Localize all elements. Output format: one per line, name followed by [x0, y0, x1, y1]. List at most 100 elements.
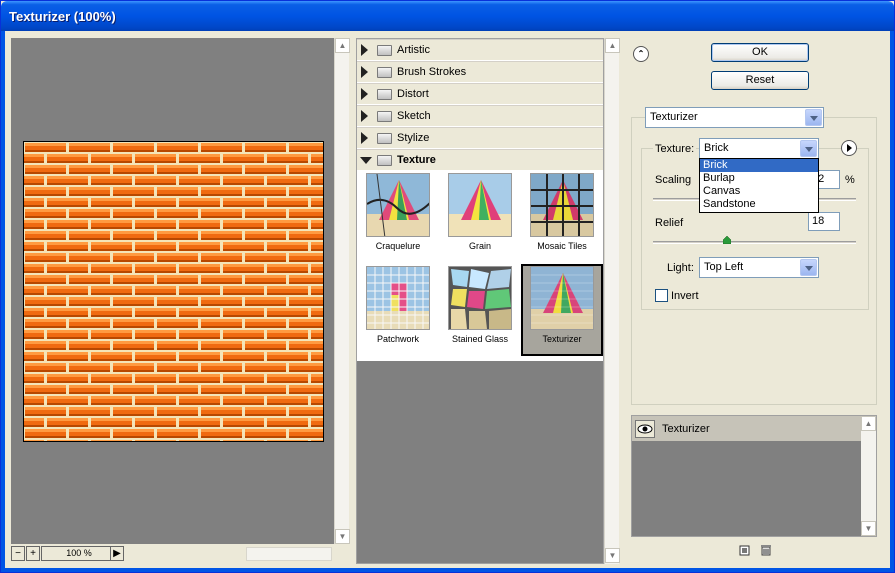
- folder-icon: [377, 133, 392, 144]
- filter-select[interactable]: Texturizer: [645, 107, 824, 128]
- filter-label: Texturizer: [542, 334, 582, 344]
- category-sketch[interactable]: Sketch: [357, 105, 603, 127]
- eye-visibility-icon[interactable]: [635, 420, 655, 438]
- invert-label: Invert: [671, 290, 699, 302]
- delete-effect-layer-icon[interactable]: [760, 544, 772, 556]
- texture-select[interactable]: Brick: [699, 138, 819, 159]
- texture-filter-thumbnails: Craquelure Grain Mosaic Tiles Patchwork: [357, 171, 603, 361]
- reset-button[interactable]: Reset: [711, 71, 809, 90]
- light-select-value: Top Left: [704, 261, 744, 273]
- filter-label: Mosaic Tiles: [537, 241, 587, 251]
- mosaic-tiles-thumbnail: [530, 173, 594, 237]
- collapse-gallery-icon[interactable]: ⌃: [633, 46, 649, 62]
- relief-slider-thumb-icon[interactable]: [723, 236, 731, 244]
- patchwork-thumbnail: [366, 266, 430, 330]
- relief-label: Relief: [655, 217, 684, 229]
- scaling-label: Scaling: [655, 174, 692, 186]
- light-label: Light:: [667, 262, 694, 274]
- expand-arrow-icon: [361, 110, 368, 122]
- scroll-up-icon[interactable]: ▲: [335, 38, 350, 53]
- texture-option-burlap[interactable]: Burlap: [700, 172, 818, 185]
- open-folder-icon: [377, 155, 392, 166]
- category-label: Stylize: [397, 132, 430, 144]
- filter-label: Craquelure: [375, 241, 421, 251]
- relief-slider[interactable]: [653, 241, 856, 244]
- folder-icon: [377, 111, 392, 122]
- texture-option-sandstone[interactable]: Sandstone: [700, 198, 818, 211]
- layers-vertical-scrollbar[interactable]: ▲ ▼: [861, 416, 876, 536]
- filter-label: Patchwork: [376, 334, 420, 344]
- scaling-unit: %: [845, 174, 855, 186]
- filter-stained-glass[interactable]: Stained Glass: [439, 264, 521, 356]
- chevron-down-icon: [800, 140, 817, 157]
- grain-thumbnail: [448, 173, 512, 237]
- window-frame-right: [890, 31, 894, 572]
- scroll-up-icon[interactable]: ▲: [861, 416, 876, 431]
- filter-mosaic-tiles[interactable]: Mosaic Tiles: [521, 171, 603, 263]
- light-select[interactable]: Top Left: [699, 257, 819, 278]
- texture-label: Texture:: [653, 143, 697, 155]
- filter-label: Grain: [468, 241, 491, 251]
- filter-label: Stained Glass: [451, 334, 509, 344]
- expand-arrow-icon: [361, 44, 368, 56]
- stained-glass-thumbnail: [448, 266, 512, 330]
- brick-pattern: [24, 142, 323, 441]
- category-artistic[interactable]: Artistic: [357, 39, 603, 61]
- texture-dropdown-list[interactable]: Brick Burlap Canvas Sandstone: [699, 158, 819, 213]
- category-distort[interactable]: Distort: [357, 83, 603, 105]
- zoom-in-button[interactable]: +: [26, 546, 40, 561]
- scroll-down-icon[interactable]: ▼: [605, 548, 620, 563]
- preview-pane[interactable]: [11, 38, 335, 544]
- filter-patchwork[interactable]: Patchwork: [357, 264, 439, 356]
- scroll-down-icon[interactable]: ▼: [861, 521, 876, 536]
- zoom-level[interactable]: 100 %: [41, 546, 117, 561]
- window-frame-bottom: [1, 568, 894, 572]
- effect-layers-panel: Texturizer ▲ ▼: [631, 415, 877, 537]
- collapse-arrow-icon: [360, 157, 372, 164]
- filter-grain[interactable]: Grain: [439, 171, 521, 263]
- preview-vertical-scrollbar[interactable]: ▲ ▼: [334, 38, 350, 544]
- category-texture[interactable]: Texture: [357, 149, 603, 171]
- window-frame-left: [1, 31, 5, 572]
- zoom-menu-arrow-icon[interactable]: ▶: [110, 546, 124, 561]
- scroll-down-icon[interactable]: ▼: [335, 529, 350, 544]
- category-label: Texture: [397, 154, 436, 166]
- window-title: Texturizer (100%): [9, 9, 116, 24]
- effect-layer-label: Texturizer: [662, 423, 710, 435]
- zoom-out-button[interactable]: −: [11, 546, 25, 561]
- gallery-empty-area: [357, 361, 603, 563]
- craquelure-thumbnail: [366, 173, 430, 237]
- texture-option-canvas[interactable]: Canvas: [700, 185, 818, 198]
- ok-button[interactable]: OK: [711, 43, 809, 62]
- folder-icon: [377, 89, 392, 100]
- filter-gallery: Artistic Brush Strokes Distort Sketch St…: [356, 38, 604, 564]
- filter-craquelure[interactable]: Craquelure: [357, 171, 439, 263]
- folder-icon: [377, 67, 392, 78]
- relief-input[interactable]: 18: [808, 212, 840, 231]
- category-label: Distort: [397, 88, 429, 100]
- new-effect-layer-icon[interactable]: [739, 544, 751, 556]
- folder-icon: [377, 45, 392, 56]
- texture-menu-arrow-icon[interactable]: [841, 140, 857, 156]
- filter-select-value: Texturizer: [650, 111, 698, 123]
- chevron-down-icon: [805, 109, 822, 126]
- invert-checkbox[interactable]: [655, 289, 668, 302]
- texture-option-brick[interactable]: Brick: [700, 159, 818, 172]
- category-brush-strokes[interactable]: Brush Strokes: [357, 61, 603, 83]
- texturizer-dialog: Texturizer (100%) ▲ ▼ − + 100 % ▶ Artist…: [0, 0, 895, 573]
- effect-layer-row[interactable]: Texturizer: [632, 416, 861, 442]
- category-label: Sketch: [397, 110, 431, 122]
- filter-texturizer[interactable]: Texturizer: [521, 264, 603, 356]
- title-bar[interactable]: Texturizer (100%): [1, 1, 894, 31]
- category-label: Brush Strokes: [397, 66, 467, 78]
- zoom-controls: − + 100 % ▶: [11, 546, 335, 561]
- scroll-up-icon[interactable]: ▲: [605, 38, 620, 53]
- category-label: Artistic: [397, 44, 430, 56]
- expand-arrow-icon: [361, 88, 368, 100]
- gallery-vertical-scrollbar[interactable]: ▲ ▼: [604, 38, 620, 564]
- preview-horizontal-scrollbar[interactable]: [246, 547, 332, 561]
- chevron-down-icon: [800, 259, 817, 276]
- brick-texture-preview[interactable]: [23, 141, 324, 442]
- category-stylize[interactable]: Stylize: [357, 127, 603, 149]
- relief-value: 18: [812, 215, 825, 227]
